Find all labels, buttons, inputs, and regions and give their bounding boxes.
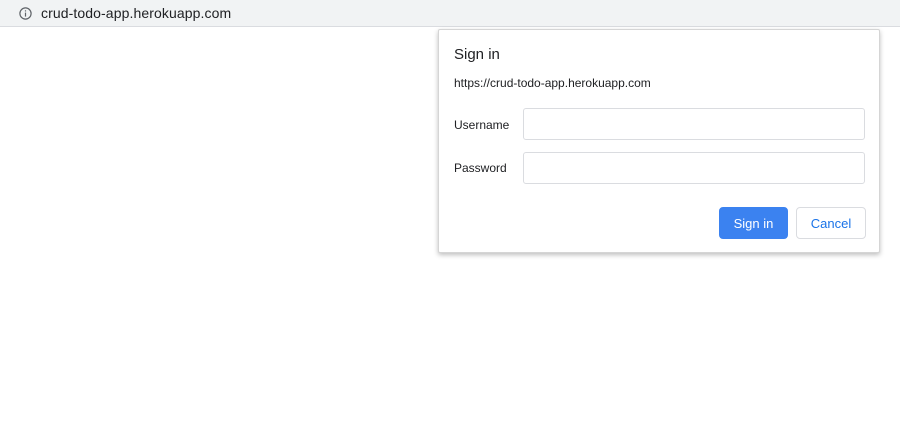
username-label: Username [454,118,510,132]
dialog-origin: https://crud-todo-app.herokuapp.com [454,76,651,90]
sign-in-button[interactable]: Sign in [719,207,788,239]
password-label: Password [454,161,507,175]
info-icon[interactable] [19,6,32,20]
cancel-button[interactable]: Cancel [796,207,866,239]
address-bar[interactable]: crud-todo-app.herokuapp.com [0,0,900,27]
address-url[interactable]: crud-todo-app.herokuapp.com [41,5,231,21]
sign-in-dialog: Sign in https://crud-todo-app.herokuapp.… [438,29,880,253]
password-field[interactable] [523,152,865,184]
username-field[interactable] [523,108,865,140]
dialog-title: Sign in [454,46,500,63]
